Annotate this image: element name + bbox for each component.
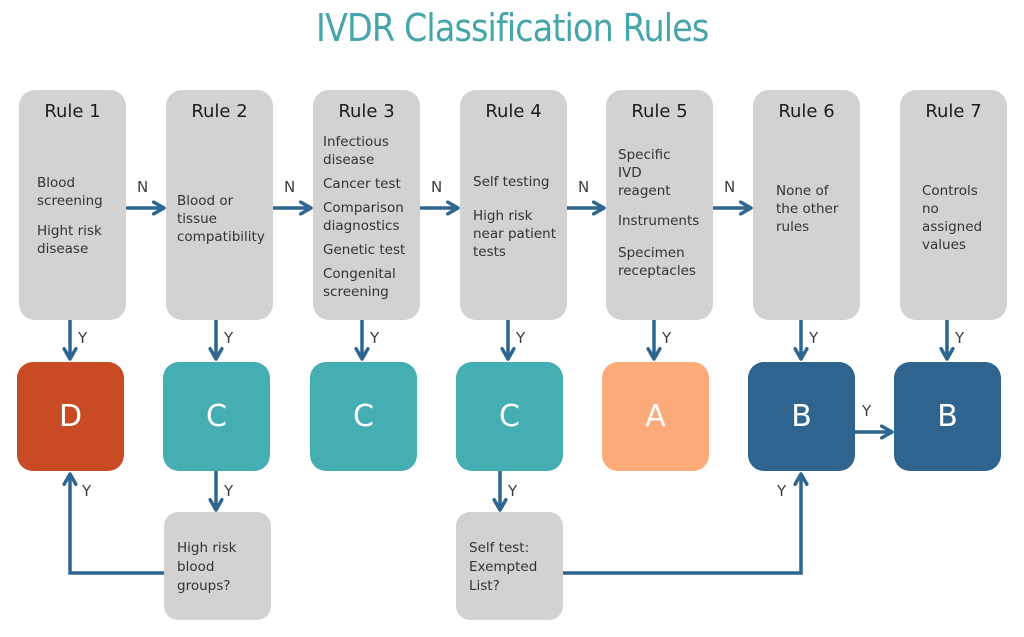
rule-3-box: Rule 3 Infectious disease Cancer test Co…: [313, 90, 420, 320]
rule-6-label: Rule 6: [778, 101, 835, 122]
rule-criterion: Genetic test: [323, 242, 406, 258]
edge-label-yes: Y: [78, 329, 88, 347]
class-b-box: B: [894, 362, 1001, 471]
edge-label-yes: Y: [809, 329, 819, 347]
rule-criterion: Instruments: [618, 213, 700, 229]
rule-7-criteria: Controls no assigned values: [922, 182, 1003, 266]
edge-label-no: N: [578, 178, 590, 196]
class-c-box: C: [310, 362, 417, 471]
edge-label-yes: Y: [224, 329, 234, 347]
rule-criterion: Infectious disease: [323, 134, 389, 168]
rule-2-label: Rule 2: [191, 101, 248, 122]
rule-5-label: Rule 5: [631, 101, 688, 122]
rule-6-criteria: None of the other rules: [776, 182, 856, 248]
edge-label-yes: Y: [662, 329, 672, 347]
rule-3-label: Rule 3: [338, 101, 395, 122]
class-a-box: A: [602, 362, 709, 471]
rule-4-box: Rule 4 Self testing High risk near patie…: [460, 90, 567, 320]
class-c-box: C: [456, 362, 563, 471]
edge-label-yes: Y: [370, 329, 380, 347]
rule-criterion: None of the other rules: [776, 183, 839, 235]
rule-5-criteria: Specific IVD reagent Instruments Specime…: [618, 146, 709, 292]
rule-1-criteria: Blood screening Hight risk disease: [37, 174, 122, 270]
rule-7-box: Rule 7 Controls no assigned values: [900, 90, 1007, 320]
rule-2-criteria: Blood or tissue compatibility: [177, 192, 269, 258]
rule-4-label: Rule 4: [485, 101, 542, 122]
edge-label-yes: Y: [955, 329, 965, 347]
rule-criterion: Blood screening: [37, 175, 103, 209]
rule-6-box: Rule 6 None of the other rules: [753, 90, 860, 320]
rule-7-label: Rule 7: [925, 101, 982, 122]
class-d-box: D: [17, 362, 124, 471]
question-high-risk-blood-box: High risk blood groups?: [164, 512, 271, 620]
rule-4-criteria: Self testing High risk near patient test…: [473, 173, 563, 273]
question-text: High risk blood groups?: [177, 540, 237, 594]
rule-criterion: Cancer test: [323, 176, 401, 192]
class-c-box: C: [163, 362, 270, 471]
edge-label-yes: Y: [862, 402, 872, 420]
rule-1-label: Rule 1: [44, 101, 101, 122]
edge-label-yes: Y: [516, 329, 526, 347]
rule-criterion: Blood or tissue compatibility: [177, 193, 265, 245]
rule-2-box: Rule 2 Blood or tissue compatibility: [166, 90, 273, 320]
yes-arrow-question2-class-b: [563, 474, 801, 575]
edge-label-no: N: [724, 178, 736, 196]
edge-label-no: N: [284, 178, 296, 196]
rule-criterion: Congenital screening: [323, 266, 396, 300]
edge-label-no: N: [137, 178, 149, 196]
question-self-test-exempted-box: Self test: Exempted List?: [456, 512, 563, 620]
edge-label-no: N: [431, 178, 443, 196]
rule-5-box: Rule 5 Specific IVD reagent Instruments …: [606, 90, 713, 320]
question-text: Self test: Exempted List?: [469, 540, 538, 594]
rule-criterion: Self testing: [473, 174, 550, 190]
rule-3-criteria: Infectious disease Cancer test Compariso…: [323, 133, 416, 307]
edge-label-yes: Y: [777, 482, 787, 500]
diagram-title: IVDR Classification Rules: [316, 6, 709, 50]
edge-label-yes: Y: [508, 482, 518, 500]
rule-criterion: Comparison diagnostics: [323, 200, 404, 234]
rule-criterion: Specimen receptacles: [618, 245, 696, 279]
rule-criterion: Controls no assigned values: [922, 183, 983, 253]
rule-criterion: High risk near patient tests: [473, 208, 557, 260]
edge-label-yes: Y: [82, 482, 92, 500]
rule-criterion: Specific IVD reagent: [618, 147, 671, 199]
edge-label-yes: Y: [224, 482, 234, 500]
class-b-box: B: [748, 362, 855, 471]
rule-1-box: Rule 1 Blood screening Hight risk diseas…: [19, 90, 126, 320]
rule-criterion: Hight risk disease: [37, 223, 102, 257]
